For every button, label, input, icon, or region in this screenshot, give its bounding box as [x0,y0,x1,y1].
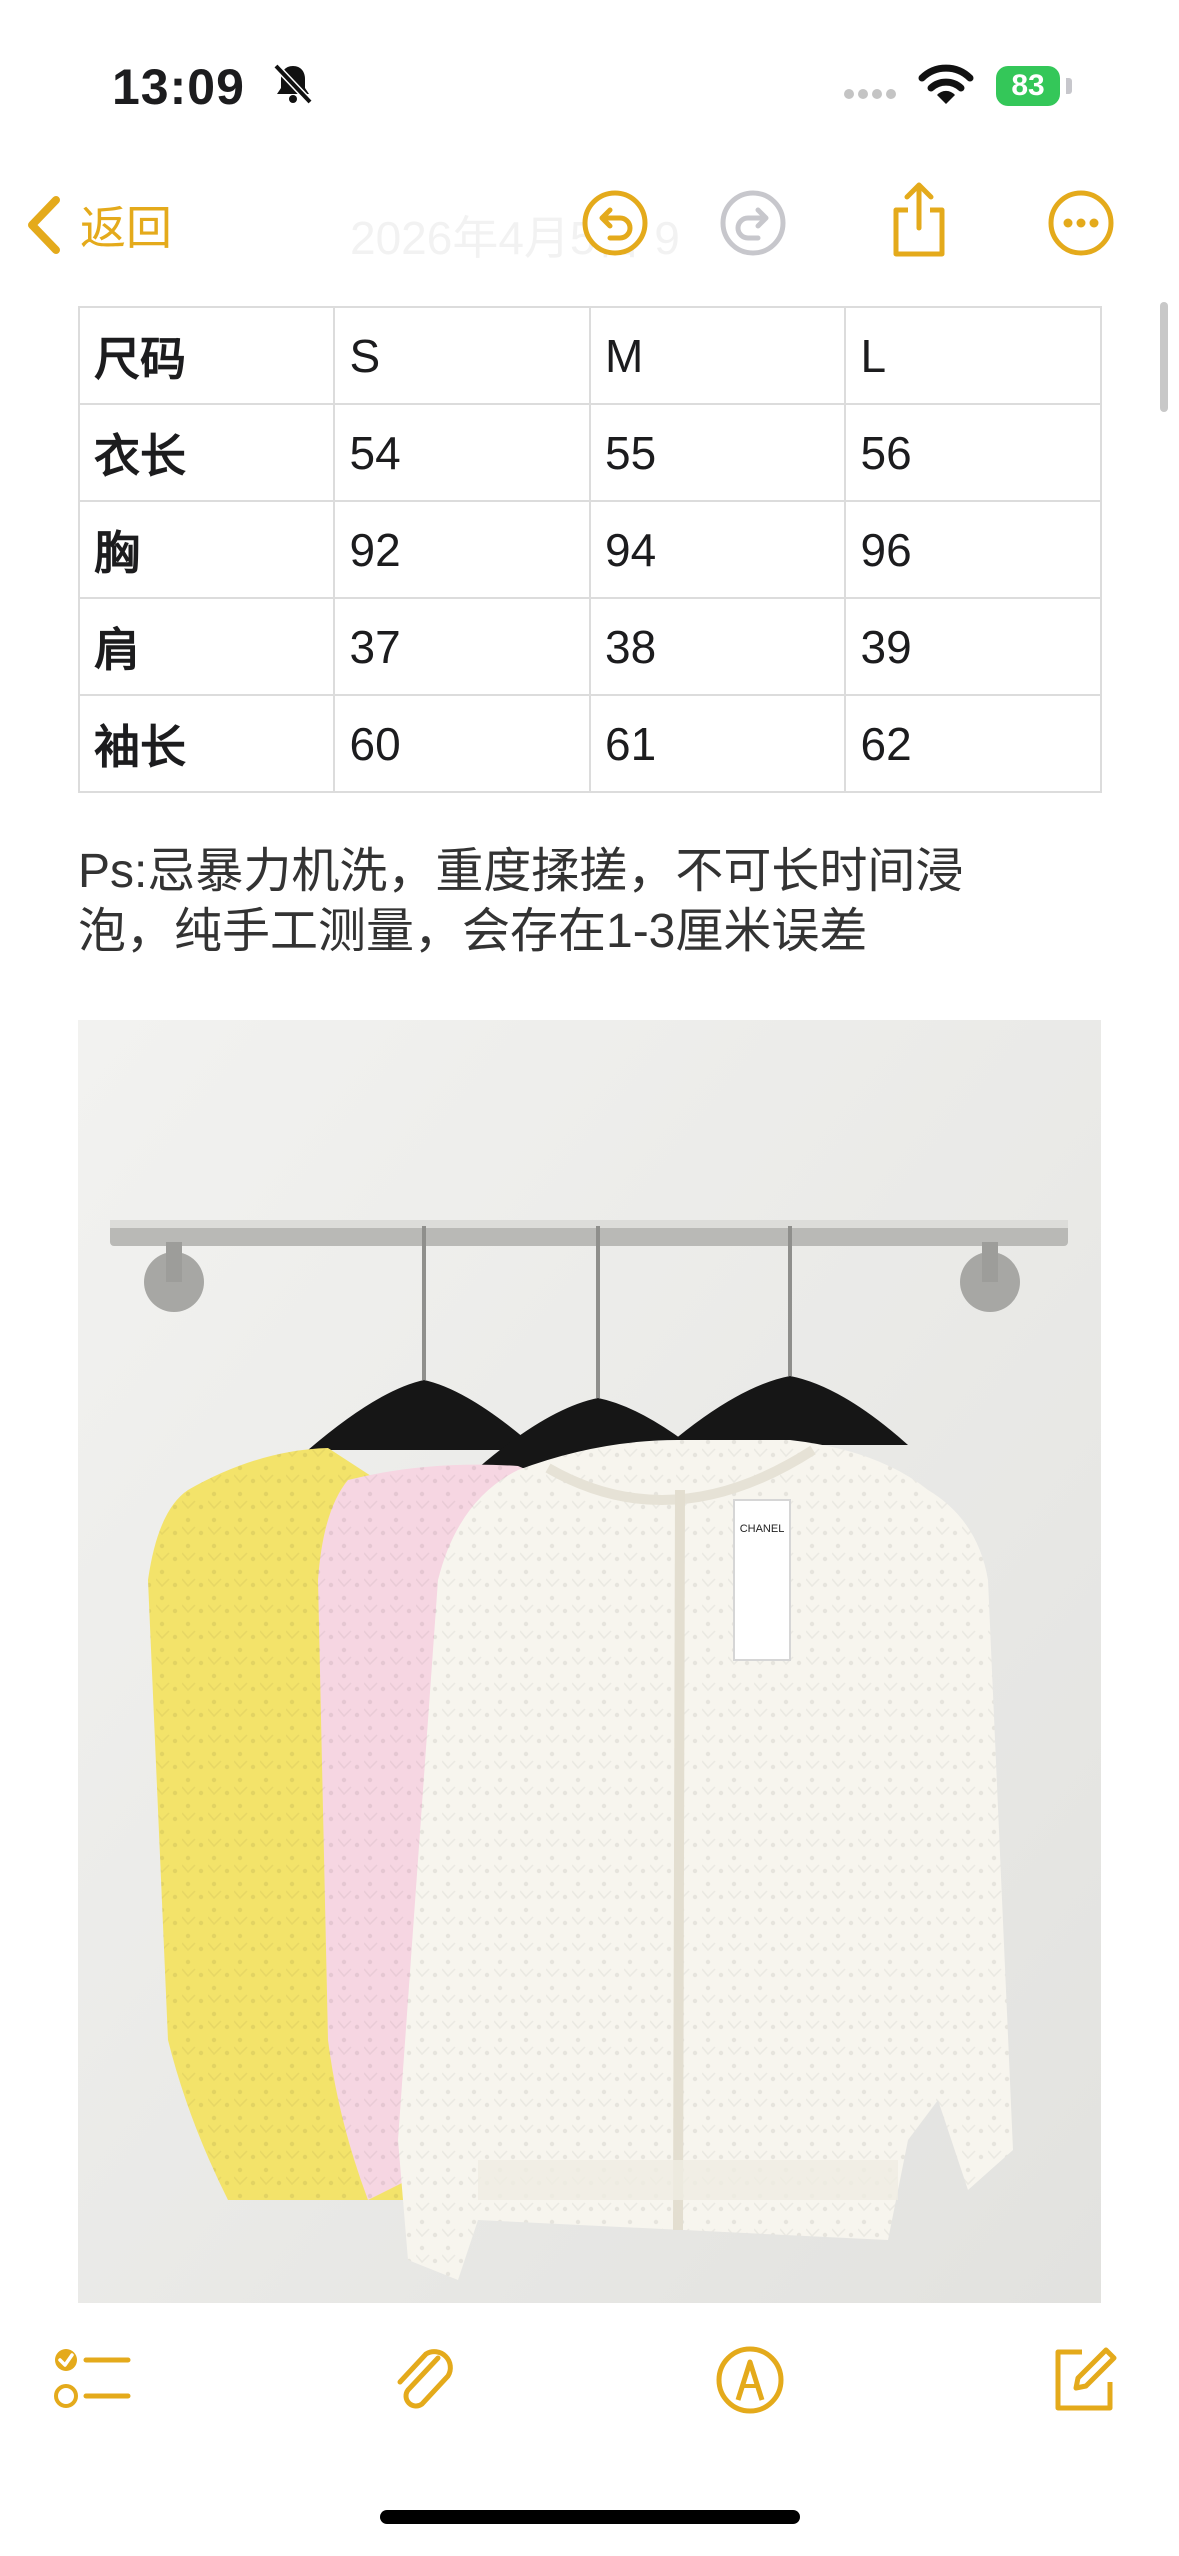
home-indicator[interactable] [380,2510,800,2524]
bell-slash-icon [273,63,313,105]
table-cell: 袖长 [77,694,336,793]
table-cell: 94 [588,500,847,599]
cardigans-on-rack-image: CHANEL [78,1020,1101,2303]
table-cell: L [844,306,1102,405]
markup-icon[interactable] [714,2344,786,2416]
status-bar: 13:09 83 [0,0,1179,170]
table-row: 胸 92 94 96 [77,500,1102,599]
table-cell: 60 [333,694,591,793]
status-time: 13:09 [112,59,245,115]
battery-cap [1066,78,1072,94]
care-note-line: 泡，纯手工测量，会存在1-3厘米误差 [78,905,868,958]
brand-tag-text: CHANEL [740,1523,785,1535]
wifi-icon [918,64,974,104]
table-cell: 54 [333,403,591,502]
product-photo[interactable]: CHANEL [78,1020,1101,2303]
signal-dots-icon [844,89,896,99]
table-cell: 尺码 [77,306,336,405]
table-cell: 肩 [77,597,336,696]
table-row: 肩 37 38 39 [77,597,1102,696]
table-cell: 胸 [77,500,336,599]
back-label: 返回 [80,202,172,254]
scroll-indicator[interactable] [1160,302,1168,412]
redo-icon[interactable] [718,188,788,258]
table-header-row: 尺码 S M L [77,306,1102,405]
share-icon[interactable] [888,180,950,260]
table-row: 衣长 54 55 56 [77,403,1102,502]
battery-level: 83 [1011,69,1045,102]
table-row: 袖长 60 61 62 [77,694,1102,793]
table-cell: 衣长 [77,403,336,502]
battery-indicator: 83 [996,66,1060,106]
table-cell: 96 [844,500,1102,599]
size-table: 尺码 S M L 衣长 54 55 56 胸 92 94 96 肩 37 38 … [77,306,1102,793]
table-cell: 37 [333,597,591,696]
nav-bar: 返回 2026年4月5日 9 [0,170,1179,290]
paperclip-icon[interactable] [390,2344,460,2420]
table-cell: 38 [588,597,847,696]
table-cell: M [588,306,847,405]
compose-icon[interactable] [1048,2344,1120,2416]
table-cell: S [333,306,591,405]
back-button[interactable]: 返回 [24,192,172,258]
table-cell: 62 [844,694,1102,793]
checklist-icon[interactable] [52,2344,132,2414]
more-icon[interactable] [1046,188,1116,258]
care-note-line: Ps:忌暴力机洗，重度揉搓，不可长时间浸 [78,845,964,898]
bottom-toolbar [0,2320,1179,2450]
chevron-left-icon [28,196,60,254]
table-cell: 92 [333,500,591,599]
care-note: Ps:忌暴力机洗，重度揉搓，不可长时间浸 泡，纯手工测量，会存在1-3厘米误差 [78,842,1108,962]
table-cell: 55 [588,403,847,502]
table-cell: 39 [844,597,1102,696]
table-cell: 56 [844,403,1102,502]
table-cell: 61 [588,694,847,793]
undo-icon[interactable] [580,188,650,258]
